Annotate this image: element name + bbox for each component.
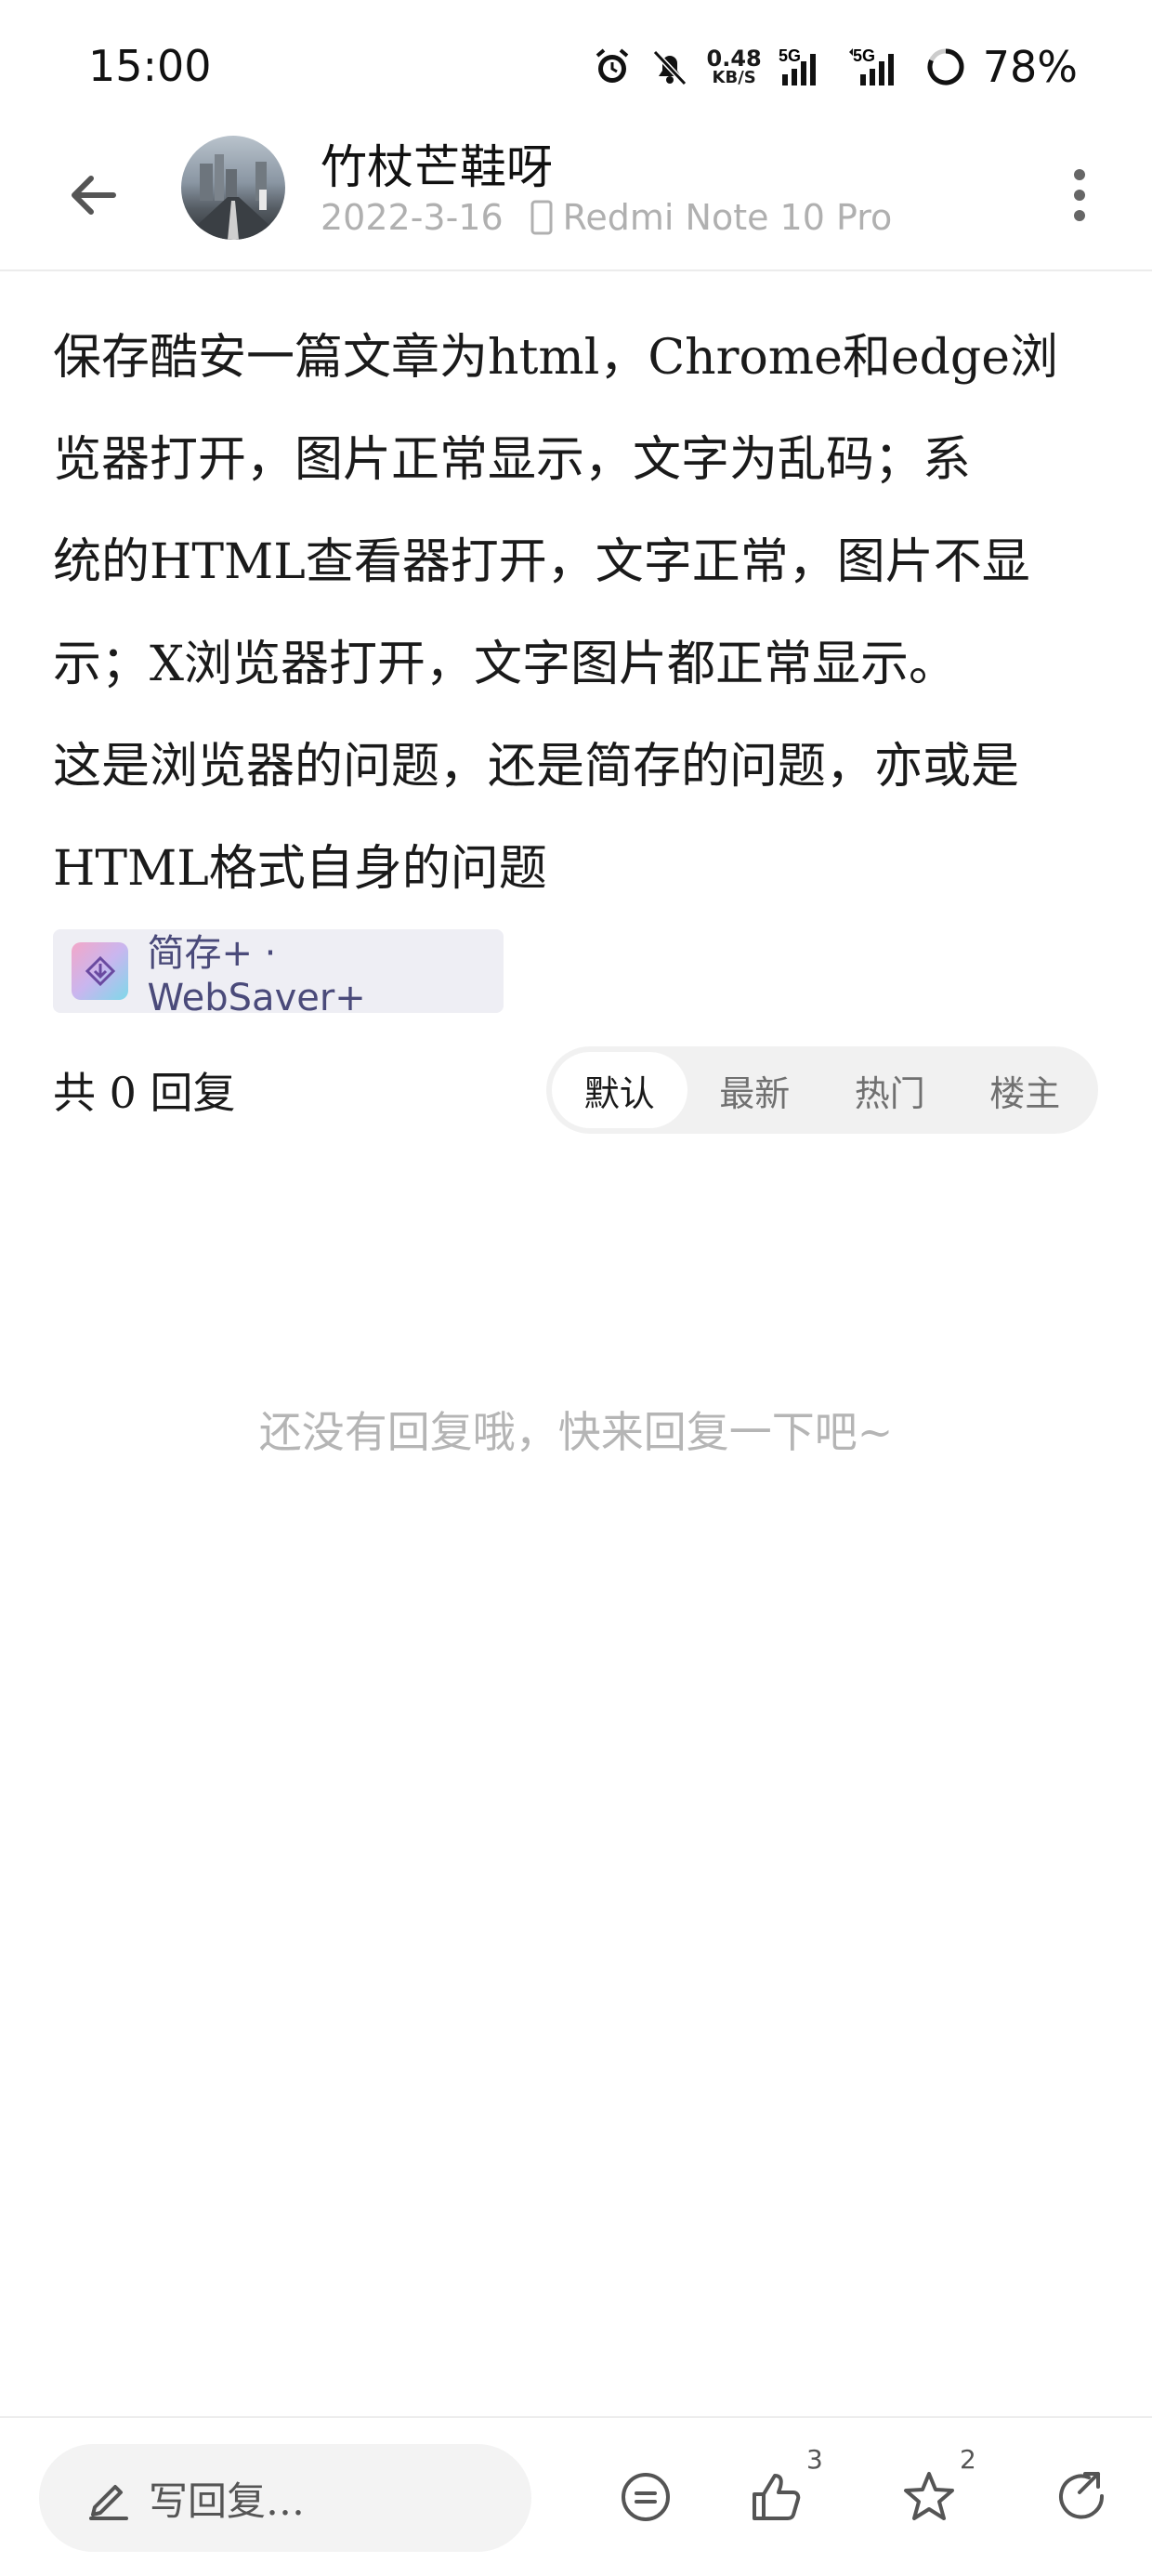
reply-count: 共 0 回复 [53, 1068, 236, 1118]
more-button[interactable] [1061, 158, 1098, 232]
reply-sort-tabs: 默认 最新 热门 楼主 [546, 1046, 1098, 1134]
post-line: 示；X浏览器打开，文字图片都正常显示。 [53, 637, 958, 692]
sort-tab-hot[interactable]: 热门 [822, 1052, 958, 1128]
pencil-icon [89, 2485, 128, 2520]
post-line: 览器打开，图片正常显示，文字为乱码；系 [53, 432, 972, 488]
topic-tag[interactable]: 简存+ · WebSaver+ [53, 929, 504, 1019]
sort-tab-author[interactable]: 楼主 [958, 1052, 1093, 1128]
signal-icon-2: 5G [847, 41, 909, 93]
post-header: 竹杖芒鞋呀 2022-3-16 Redmi Note 10 Pro [0, 130, 1152, 271]
post-line: 统的HTML查看器打开，文字正常，图片不显 [53, 534, 1030, 590]
reply-input[interactable]: 写回复… [39, 2444, 531, 2552]
battery-ring-icon [925, 41, 966, 93]
bell-off-icon [649, 41, 690, 93]
star-icon [904, 2472, 954, 2520]
status-icons: 0.48 KB/S 5G 5G 78% [592, 41, 1078, 93]
signal-icon: 5G [779, 41, 831, 93]
like-button[interactable]: 3 [734, 2444, 823, 2539]
avatar[interactable] [181, 136, 285, 240]
reply-placeholder: 写回复… [149, 2477, 306, 2524]
more-vertical-icon [1074, 169, 1085, 221]
post-line: HTML格式自身的问题 [53, 841, 547, 897]
back-button[interactable] [56, 158, 130, 232]
post-meta: 2022-3-16 Redmi Note 10 Pro [321, 197, 892, 238]
post-date: 2022-3-16 [321, 197, 504, 238]
status-bar: 15:00 0.48 KB/S 5G 5G 78% [0, 0, 1152, 130]
star-count: 2 [960, 2444, 976, 2475]
sort-tab-default[interactable]: 默认 [552, 1052, 687, 1128]
status-time: 15:00 [88, 41, 212, 91]
favorite-button[interactable]: 2 [887, 2444, 976, 2539]
like-count: 3 [806, 2444, 823, 2475]
device-name: Redmi Note 10 Pro [562, 197, 893, 238]
net-speed: 0.48 KB/S [706, 46, 762, 87]
post-detail-page: 15:00 0.48 KB/S 5G 5G 78% 竹杖芒鞋呀 2022-3-1… [0, 0, 1152, 2576]
share-icon [1059, 2472, 1105, 2519]
empty-replies-message: 还没有回复哦，快来回复一下吧~ [258, 1407, 894, 1457]
websaver-app-icon [72, 942, 129, 1000]
comment-icon [622, 2473, 670, 2521]
comment-button[interactable] [604, 2455, 687, 2539]
tag-label: 简存+ · WebSaver+ [147, 932, 366, 1019]
phone-icon [530, 200, 553, 235]
thumbs-up-icon [753, 2474, 801, 2520]
svg-text:5G: 5G [779, 46, 801, 65]
share-button[interactable] [1041, 2455, 1124, 2539]
back-arrow-icon [72, 176, 116, 215]
alarm-icon [592, 41, 633, 93]
svg-text:5G: 5G [853, 46, 875, 65]
post-line: 这是浏览器的问题，还是简存的问题，亦或是 [53, 739, 1020, 795]
post-body: 保存酷安一篇文章为html，Chrome和edge浏 览器打开，图片正常显示，文… [53, 307, 1103, 920]
post-line: 保存酷安一篇文章为html，Chrome和edge浏 [53, 330, 1058, 386]
bottom-action-bar: 写回复… 3 2 [0, 2416, 1152, 2576]
battery-percent: 78% [982, 42, 1078, 92]
sort-tab-latest[interactable]: 最新 [687, 1052, 823, 1128]
username[interactable]: 竹杖芒鞋呀 [321, 130, 553, 197]
